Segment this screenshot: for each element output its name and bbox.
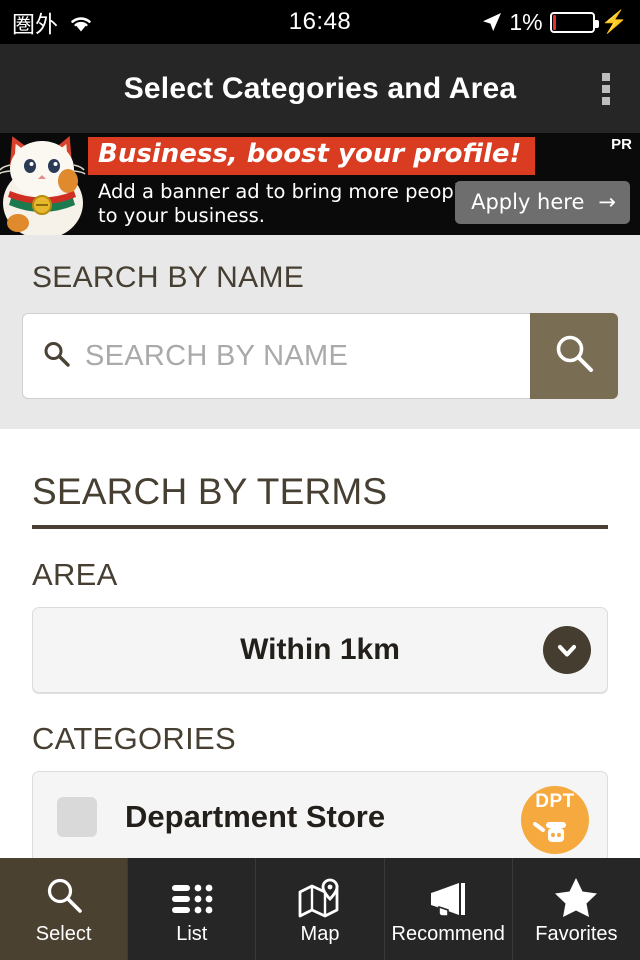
status-bar-right: 1% ⚡: [482, 9, 628, 36]
search-by-terms-heading: SEARCH BY TERMS: [32, 471, 608, 529]
tab-map[interactable]: Map: [256, 858, 385, 960]
battery-percent-label: 1%: [509, 8, 543, 35]
location-arrow-icon: [482, 12, 502, 32]
page-title: Select Categories and Area: [123, 71, 517, 105]
map-pin-icon: [297, 874, 343, 918]
search-icon: [43, 874, 85, 918]
category-checkbox[interactable]: [57, 797, 97, 837]
lightning-bolt-icon: ⚡: [600, 9, 628, 34]
tab-favorites[interactable]: Favorites: [513, 858, 640, 960]
search-input-placeholder: SEARCH BY NAME: [85, 339, 349, 372]
search-icon: [551, 331, 597, 382]
chevron-down-icon[interactable]: [543, 626, 591, 674]
status-bar: 圏外 16:48 1% ⚡: [0, 0, 640, 44]
tab-recommend[interactable]: Recommend: [385, 858, 513, 960]
search-icon: [41, 339, 71, 374]
ad-content: Business, boost your profile! Add a bann…: [88, 133, 640, 235]
search-input[interactable]: SEARCH BY NAME: [22, 313, 530, 399]
tab-select[interactable]: Select: [0, 858, 129, 960]
search-by-name-row: SEARCH BY NAME: [22, 313, 618, 399]
area-select[interactable]: Within 1km: [32, 607, 608, 693]
battery-icon: [549, 11, 599, 33]
apply-here-label: Apply here: [471, 190, 585, 214]
department-store-mascot-icon: DPT: [521, 786, 589, 854]
ad-banner[interactable]: Business, boost your profile! Add a bann…: [0, 133, 640, 235]
category-badge-text: DPT: [535, 791, 575, 812]
tab-list-label: List: [176, 923, 208, 945]
kebab-menu-icon[interactable]: [596, 67, 616, 111]
ad-body-text: Add a banner ad to bring more people to …: [98, 179, 472, 227]
pr-label: PR: [611, 136, 632, 153]
app-screen: 圏外 16:48 1% ⚡ Select Categories and Area: [0, 0, 640, 960]
tab-list[interactable]: List: [128, 858, 257, 960]
categories-label: CATEGORIES: [32, 721, 236, 756]
app-header: Select Categories and Area: [0, 44, 640, 133]
search-by-name-section: SEARCH BY NAME SEARCH BY NAME: [0, 235, 640, 429]
tab-favorites-label: Favorites: [535, 923, 618, 945]
arrow-right-icon: →: [598, 190, 616, 214]
star-icon: [553, 874, 599, 918]
search-by-terms-section: SEARCH BY TERMS AREA Within 1km CATEGORI…: [0, 429, 640, 863]
megaphone-icon: [425, 874, 471, 918]
maneki-neko-icon: [0, 133, 88, 235]
search-by-name-heading: SEARCH BY NAME: [32, 261, 305, 294]
apply-here-button[interactable]: Apply here →: [455, 181, 630, 224]
category-name: Department Store: [125, 799, 386, 834]
ad-headline: Business, boost your profile!: [88, 137, 536, 175]
tab-recommend-label: Recommend: [391, 923, 505, 945]
tab-map-label: Map: [300, 923, 340, 945]
list-item[interactable]: Department Store DPT: [32, 771, 608, 863]
bottom-navigation: Select List Map Recommend Favorites: [0, 858, 640, 960]
search-submit-button[interactable]: [530, 313, 618, 399]
tab-select-label: Select: [35, 923, 92, 945]
list-icon: [171, 874, 213, 918]
area-label: AREA: [32, 557, 118, 592]
area-selected-value: Within 1km: [240, 633, 400, 666]
